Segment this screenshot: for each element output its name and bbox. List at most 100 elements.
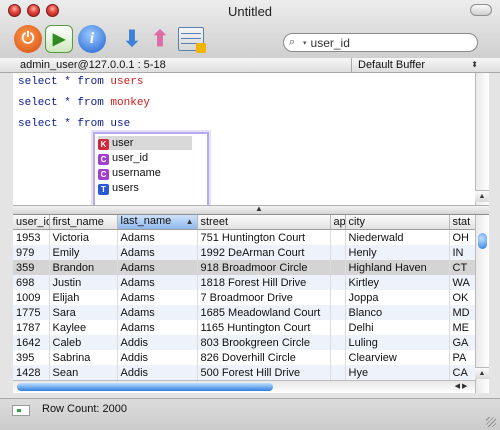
table-row[interactable]: 1787 Kaylee Adams 1165 Huntington Court Delh… <box>13 320 475 335</box>
cell: WA <box>449 275 475 290</box>
cell: Sabrina <box>49 350 118 365</box>
table-row[interactable]: 1953 Victoria Adams 751 Huntington Court Nie… <box>13 229 475 245</box>
toolbar-toggle-button[interactable] <box>470 4 492 16</box>
editor-scroll-arrows[interactable]: ▲ <box>475 190 489 202</box>
pane-splitter[interactable]: ▲ <box>13 204 489 215</box>
cell: Adams <box>117 245 198 260</box>
cell: 803 Brookgreen Circle <box>197 335 331 350</box>
results-horizontal-scrollbar[interactable]: ◀ ▶ <box>13 380 475 393</box>
cell: 395 <box>13 350 50 365</box>
table-row-selected[interactable]: 359 Brandon Adams 918 Broadmoor Circle Highl… <box>13 260 475 275</box>
chevron-down-icon[interactable]: ▾ <box>303 39 307 47</box>
cell: OH <box>449 229 475 245</box>
column-header[interactable]: first_name <box>49 215 118 230</box>
column-badge-icon: C <box>98 154 109 165</box>
autocomplete-item[interactable]: Kuser <box>98 136 192 150</box>
updown-arrows-icon: ⬍ <box>471 60 478 69</box>
cell: 1428 <box>13 365 50 380</box>
autocomplete-popup: Kuser Cuser_id Cusername Tusers <box>93 132 209 212</box>
column-header[interactable]: street <box>197 215 331 230</box>
column-header[interactable]: city <box>345 215 450 230</box>
cell: 698 <box>13 275 50 290</box>
cell: Adams <box>117 305 198 320</box>
key-badge-icon: K <box>98 139 109 150</box>
buffer-label: Default Buffer <box>358 59 426 71</box>
editor-scrollbar[interactable] <box>475 73 489 205</box>
results-grid[interactable]: user_id first_name last_name ▲ street ap … <box>13 215 475 393</box>
table-icon[interactable] <box>178 27 206 53</box>
cell: Elijah <box>49 290 118 305</box>
search-icon[interactable]: ⌕ <box>289 36 303 49</box>
cell: Luling <box>345 335 450 350</box>
disconnect-icon[interactable]: ⏻ <box>14 25 42 53</box>
column-header[interactable]: ap <box>330 215 346 230</box>
sql-table-name: users <box>110 76 144 88</box>
cell: 1685 Meadowland Court <box>197 305 331 320</box>
cell: OK <box>449 290 475 305</box>
cell: 1953 <box>13 229 50 245</box>
cell <box>330 290 346 305</box>
cell: Highland Haven <box>345 260 450 275</box>
cell: Joppa <box>345 290 450 305</box>
connection-bar: admin_user@127.0.0.1 : 5-18 Default Buff… <box>0 58 500 73</box>
autocomplete-label: users <box>112 182 139 194</box>
vertical-scroll-arrows[interactable]: ▲ <box>475 367 489 379</box>
cell: CA <box>449 365 475 380</box>
horizontal-scroll-thumb[interactable] <box>17 383 273 391</box>
sql-keyword: select * from <box>18 76 111 88</box>
window-title: Untitled <box>227 4 273 19</box>
cell: PA <box>449 350 475 365</box>
status-bar: Row Count: 2000 <box>0 398 500 430</box>
column-header-label: last_name <box>120 215 172 227</box>
cell: Emily <box>49 245 118 260</box>
cell: 500 Forest Hill Drive <box>197 365 331 380</box>
table-row[interactable]: 395 Sabrina Addis 826 Doverhill Circle Clear… <box>13 350 475 365</box>
autocomplete-label: user <box>112 137 134 149</box>
autocomplete-item[interactable]: Tusers <box>98 181 192 195</box>
buffer-select[interactable]: Default Buffer ⬍ <box>351 58 481 72</box>
cell: 1992 DeArman Court <box>197 245 331 260</box>
column-header[interactable]: user_id <box>13 215 50 230</box>
column-header[interactable]: stat <box>449 215 475 230</box>
cell: Delhi <box>345 320 450 335</box>
cell: 1009 <box>13 290 50 305</box>
table-row[interactable]: 1428 Sean Addis 500 Forest Hill Drive Hye CA <box>13 365 475 380</box>
cell: 751 Huntington Court <box>197 229 331 245</box>
table-row[interactable]: 1009 Elijah Adams 7 Broadmoor Drive Joppa OK <box>13 290 475 305</box>
cell: ME <box>449 320 475 335</box>
query-editor[interactable]: select * from users select * from monkey… <box>13 73 475 205</box>
resize-grip-icon[interactable] <box>486 417 496 427</box>
cell <box>330 229 346 245</box>
cell: Niederwald <box>345 229 450 245</box>
scroll-up-icon[interactable]: ▲ <box>475 367 489 379</box>
cell: Sean <box>49 365 118 380</box>
cell: Clearview <box>345 350 450 365</box>
table-row[interactable]: 1642 Caleb Addis 803 Brookgreen Circle Lulin… <box>13 335 475 350</box>
scroll-up-icon[interactable]: ▲ <box>475 190 489 202</box>
table-row[interactable]: 979 Emily Adams 1992 DeArman Court Henly IN <box>13 245 475 260</box>
search-input[interactable] <box>310 35 461 50</box>
autocomplete-item[interactable]: Cusername <box>98 166 192 180</box>
cell <box>330 365 346 380</box>
cell: Adams <box>117 275 198 290</box>
autocomplete-item[interactable]: Cuser_id <box>98 151 192 165</box>
cell: Kirtley <box>345 275 450 290</box>
cell: Addis <box>117 365 198 380</box>
table-row[interactable]: 698 Justin Adams 1818 Forest Hill Drive Kirt… <box>13 275 475 290</box>
cell: 826 Doverhill Circle <box>197 350 331 365</box>
cell: Hye <box>345 365 450 380</box>
search-field[interactable]: ⌕ ▾ <box>283 33 478 52</box>
vertical-scroll-thumb[interactable] <box>478 233 487 249</box>
column-header-sorted[interactable]: last_name ▲ <box>117 215 198 230</box>
cell: Victoria <box>49 229 118 245</box>
table-row[interactable]: 1775 Sara Adams 1685 Meadowland Court Blanco… <box>13 305 475 320</box>
cell: Blanco <box>345 305 450 320</box>
run-query-icon[interactable]: ▶ <box>45 25 73 53</box>
info-icon[interactable]: i <box>78 25 106 53</box>
export-arrow-icon[interactable]: ⬆ <box>146 25 174 53</box>
autocomplete-label: user_id <box>112 152 149 164</box>
editor-line: select * from monkey <box>18 97 150 109</box>
import-arrow-icon[interactable]: ⬇ <box>118 25 146 53</box>
horizontal-scroll-arrows-icon[interactable]: ◀ ▶ <box>447 381 475 393</box>
sql-keyword: select * from use <box>18 118 131 130</box>
